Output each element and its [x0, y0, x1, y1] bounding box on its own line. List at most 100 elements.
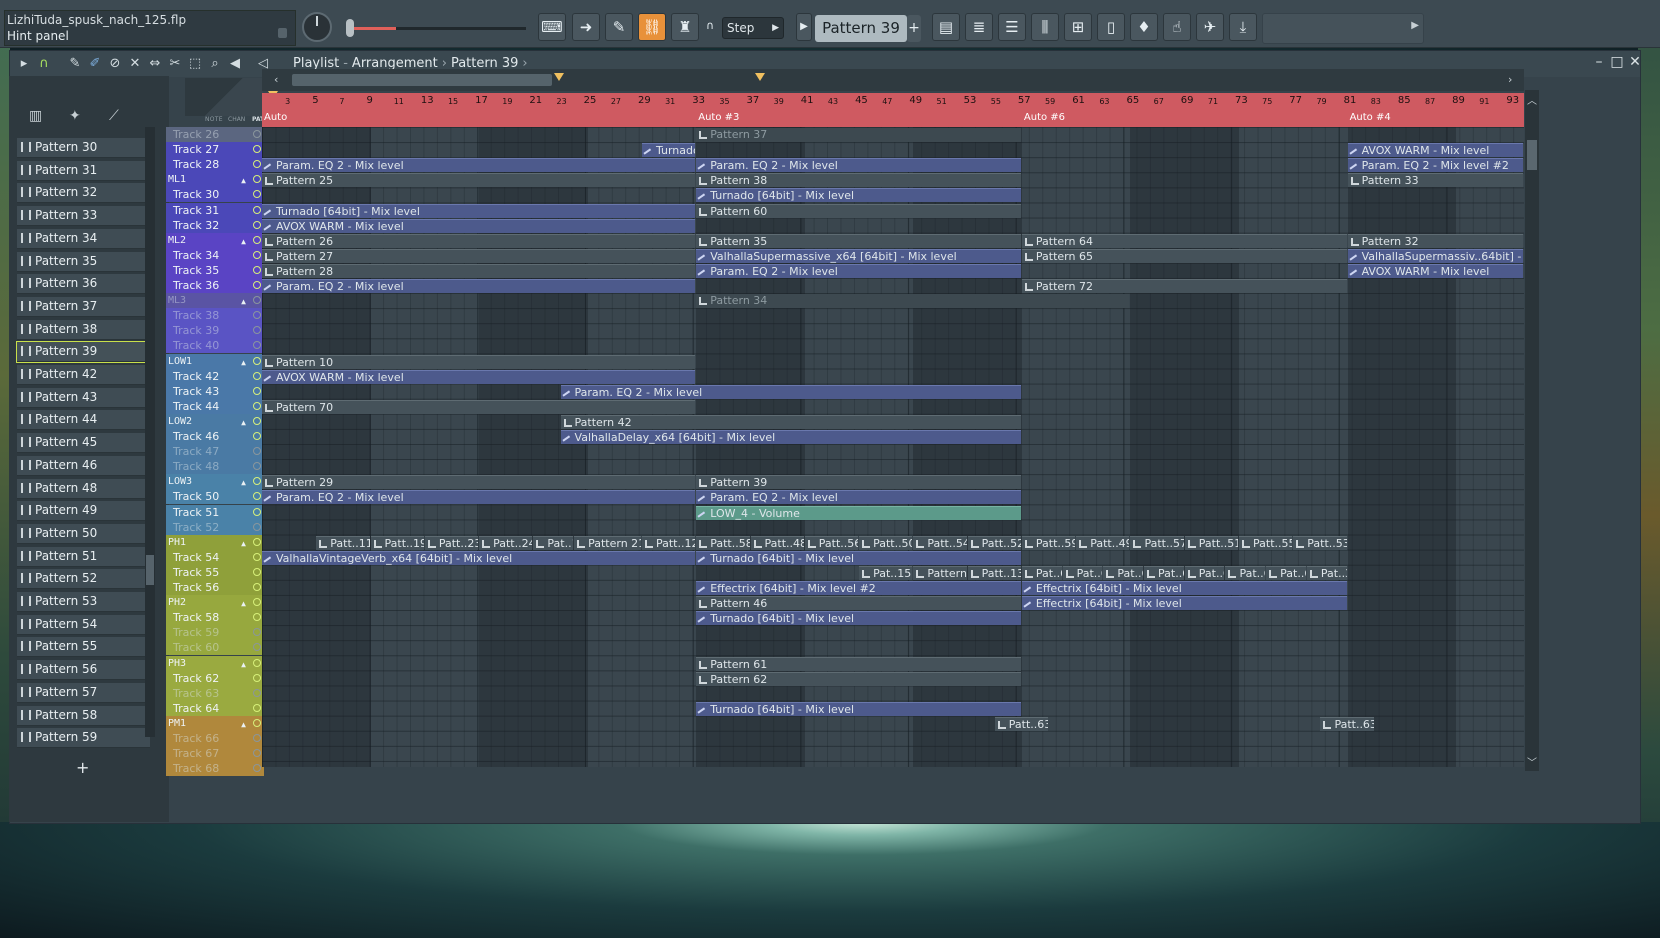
pattern-list-item[interactable]: Pattern 37 — [17, 296, 150, 317]
track-group-header[interactable]: LOW3 ▲ — [166, 474, 264, 490]
snap-selector[interactable]: Step ▶ — [722, 17, 784, 39]
automation-clip[interactable]: ValhallaDelay_x64 [64bit] - Mix level — [560, 430, 1021, 444]
track-mute-led[interactable] — [253, 598, 261, 607]
pattern-clip[interactable]: Patt..13 — [967, 565, 1021, 580]
pattern-clip[interactable]: Pattern 33 — [1347, 173, 1523, 188]
scroll-down-icon[interactable]: ﹀ — [1527, 754, 1537, 769]
track-mute-led[interactable] — [253, 734, 261, 742]
track-header[interactable]: Track 32 — [166, 217, 264, 233]
audio-icon[interactable]: ✦ — [69, 108, 109, 124]
mute-tool-icon[interactable]: ✕ — [127, 56, 143, 72]
zoom-tool-icon[interactable]: ⌕ — [207, 56, 223, 72]
track-header[interactable]: Track 62 — [166, 670, 264, 686]
timeline-scroll-right-icon[interactable]: › — [1508, 73, 1512, 86]
track-header[interactable]: Track 31 — [166, 202, 264, 218]
track-header[interactable]: Track 36 — [166, 278, 264, 293]
automation-clip[interactable]: ValhallaVintageVerb_x64 [64bit] - Mix le… — [262, 550, 696, 565]
pattern-clip[interactable]: Patt..54 — [913, 535, 967, 550]
track-header[interactable]: Track 47 — [166, 444, 264, 460]
pattern-list-item[interactable]: Pattern 55 — [17, 637, 150, 658]
automation-clip[interactable]: Turnado [64bit] - Mix level — [696, 701, 1021, 716]
pattern-clip[interactable]: Pattern 46 — [696, 596, 1021, 611]
track-mute-led[interactable] — [253, 522, 261, 531]
pattern-list-item[interactable]: Pattern 38 — [17, 319, 150, 340]
track-group-header[interactable]: PM1 ▲ — [166, 715, 264, 731]
track-group-header[interactable]: ML1 ▲ — [166, 172, 264, 188]
automation-clip[interactable]: LOW_4 - Volume — [696, 505, 1021, 520]
track-header[interactable]: Track 43 — [166, 383, 264, 399]
touch-controller-button[interactable]: ☝ — [1163, 13, 1191, 41]
track-header[interactable]: Track 39 — [166, 323, 264, 339]
automation-clip[interactable]: Turnado [64bit] - Mix level — [696, 188, 1021, 203]
pattern-clip[interactable]: Pattern 27 — [262, 248, 696, 263]
project-notes-button[interactable]: ▯ — [1097, 13, 1125, 41]
pattern-clip[interactable]: Patt..24 — [479, 535, 533, 550]
timeline-scroll-left-icon[interactable]: ‹ — [274, 73, 278, 86]
track-header[interactable]: Track 55 — [166, 564, 264, 580]
pattern-list-scrollbar[interactable] — [145, 127, 155, 737]
collapse-icon[interactable]: ▲ — [241, 475, 246, 490]
pattern-clip[interactable]: Pattern 61 — [696, 656, 1021, 671]
pattern-clip[interactable]: Patt..51 — [1184, 535, 1239, 550]
track-group-header[interactable]: PH3 ▲ — [166, 655, 264, 672]
track-mute-led[interactable] — [253, 583, 261, 591]
pattern-prev-icon[interactable]: ▶ — [796, 13, 812, 41]
track-header[interactable]: Track 42 — [166, 368, 264, 384]
timeline-overview[interactable]: › ‹ — [262, 69, 1524, 99]
track-header[interactable]: Track 40 — [166, 338, 264, 354]
automation-clip[interactable]: Effectrix [64bit] - Mix level #2 — [696, 581, 1021, 595]
pattern-clip[interactable]: Patt..50 — [859, 535, 913, 550]
pattern-list-item[interactable]: Pattern 43 — [17, 387, 150, 408]
pattern-clip[interactable]: Patt..11 — [316, 535, 370, 550]
add-pattern-button[interactable]: + — [907, 15, 921, 42]
pattern-clip[interactable]: Pattern 21 — [913, 565, 967, 580]
loop-marker[interactable] — [554, 73, 564, 81]
automation-clip[interactable]: Param. EQ 2 - Mix level — [262, 279, 696, 293]
collapse-icon[interactable]: ▲ — [241, 234, 246, 249]
collapse-icon[interactable]: ▲ — [241, 173, 246, 188]
snap-magnet-icon[interactable]: ∩ — [36, 56, 52, 72]
pattern-list-item[interactable]: Pattern 57 — [17, 682, 150, 703]
time-marker[interactable] — [755, 73, 765, 81]
track-mute-led[interactable] — [253, 658, 261, 667]
step-edit-arrow-button[interactable]: ➜ — [572, 13, 600, 41]
slip-tool-icon[interactable]: ⇔ — [147, 56, 163, 72]
pattern-list-item[interactable]: Pattern 30 — [17, 138, 150, 158]
track-mute-led[interactable] — [253, 220, 261, 229]
pattern-clip[interactable]: Pattern 39 — [696, 475, 1021, 490]
automation-clip[interactable]: Param. EQ 2 - Mix level — [262, 490, 696, 505]
track-mute-led[interactable] — [253, 673, 261, 682]
pattern-list-item[interactable]: Pattern 32 — [17, 183, 150, 204]
wizard-button[interactable]: ✈ — [1196, 13, 1224, 41]
track-mute-led[interactable] — [253, 145, 261, 154]
track-mute-led[interactable] — [253, 628, 261, 637]
collapse-icon[interactable]: ▲ — [241, 294, 246, 309]
collapse-icon[interactable]: ▲ — [241, 536, 246, 551]
paint-tool-icon[interactable]: ✐ — [87, 56, 103, 72]
pattern-clip[interactable]: Pattern 62 — [696, 671, 1021, 686]
pattern-clip[interactable]: Pattern 25 — [262, 173, 696, 188]
track-header[interactable]: Track 66 — [166, 731, 264, 746]
pitch-slider-thumb[interactable] — [346, 19, 354, 37]
track-mute-led[interactable] — [253, 507, 261, 516]
track-mute-led[interactable] — [253, 281, 261, 289]
track-header[interactable]: Track 38 — [166, 308, 264, 324]
track-header[interactable]: Track 30 — [166, 187, 264, 203]
collapse-icon[interactable]: ▲ — [241, 657, 246, 672]
piano-roll-button[interactable]: ≣ — [965, 13, 993, 41]
track-header[interactable]: Track 26 — [166, 127, 264, 142]
track-header[interactable]: Track 50 — [166, 489, 264, 505]
track-mute-led[interactable] — [253, 190, 261, 199]
pattern-clip[interactable]: Pattern 34 — [696, 294, 1130, 309]
pattern-list-item[interactable]: Pattern 35 — [17, 251, 150, 272]
pattern-clip[interactable]: Pat..6 — [1225, 565, 1266, 580]
master-volume-knob[interactable] — [302, 12, 332, 42]
track-group-header[interactable]: ML3 ▲ — [166, 293, 264, 309]
add-pattern-list-button[interactable]: + — [76, 758, 89, 777]
automation-marker[interactable]: Auto #3 — [698, 112, 739, 123]
link-button[interactable]: ⛓ — [638, 13, 666, 41]
track-mute-led[interactable] — [253, 703, 261, 712]
track-header[interactable]: Track 56 — [166, 580, 264, 595]
pattern-list-item[interactable]: Pattern 46 — [17, 455, 150, 476]
scroll-up-icon[interactable]: ︿ — [1527, 92, 1537, 107]
